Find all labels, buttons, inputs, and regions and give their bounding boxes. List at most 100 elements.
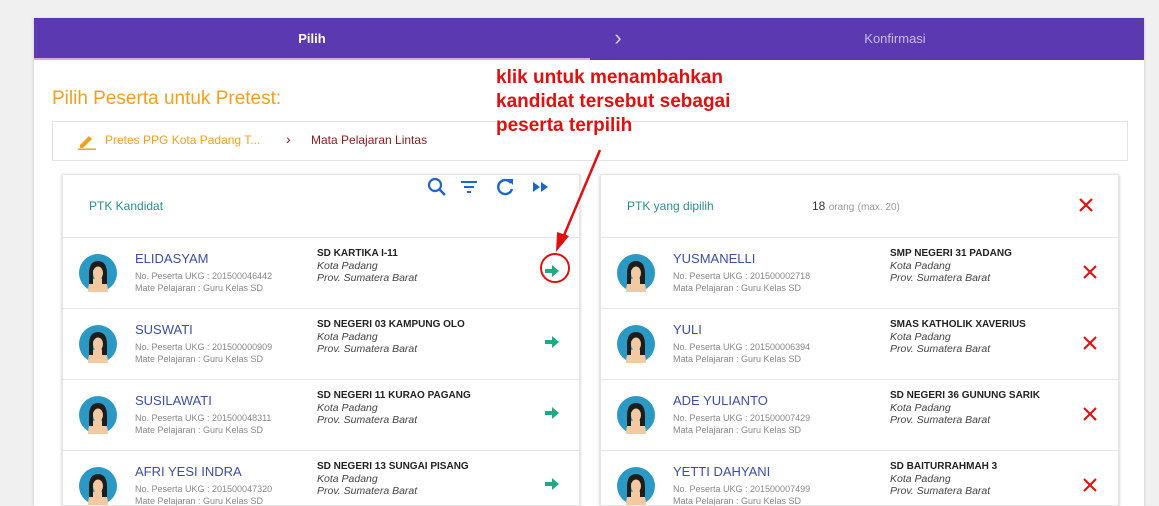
school-province: Prov. Sumatera Barat [890,343,991,355]
selected-mapel: Mata Pelajaran : Guru Kelas SD [673,496,802,506]
selected-name: ADE YULIANTO [673,393,768,408]
school-city: Kota Padang [317,473,378,485]
candidate-school: SD NEGERI 11 KURAO PAGANG Kota Padang Pr… [317,390,471,426]
pencil-icon[interactable] [78,132,96,150]
school-province: Prov. Sumatera Barat [317,343,418,355]
candidate-name: SUSWATI [135,322,193,337]
school-name: SMAS KATHOLIK XAVERIUS [890,319,1026,330]
remove-icon[interactable] [1082,477,1098,493]
candidate-school: SD NEGERI 13 SUNGAI PISANG Kota Padang P… [317,461,469,497]
selected-panel-header: PTK yang dipilih 18 orang (max. 20) [601,175,1118,238]
candidate-name: SUSILAWATI [135,393,212,408]
school-name: SMP NEGERI 31 PADANG [890,248,1012,259]
selected-mapel: Mata Pelajaran : Guru Kelas SD [673,283,802,293]
selected-row: YETTI DAHYANI No. Peserta UKG : 20150000… [601,451,1118,506]
school-province: Prov. Sumatera Barat [317,414,418,426]
selected-panel: PTK yang dipilih 18 orang (max. 20) YUSM… [600,174,1119,506]
selected-count-max: (max. 20) [857,202,900,213]
selected-count-unit: orang [828,202,855,213]
school-province: Prov. Sumatera Barat [317,485,418,497]
selected-mapel: Mata Pelajaran : Guru Kelas SD [673,354,802,364]
avatar [79,325,117,363]
remove-icon[interactable] [1082,335,1098,351]
school-province: Prov. Sumatera Barat [890,414,991,426]
clear-all-icon[interactable] [1074,193,1098,217]
candidate-row[interactable]: SUSILAWATI No. Peserta UKG : 20150004831… [63,380,579,451]
add-arrow-icon[interactable] [543,333,561,351]
school-city: Kota Padang [890,260,951,272]
remove-icon[interactable] [1082,406,1098,422]
fast-forward-icon[interactable] [529,175,553,199]
candidate-no-peserta: No. Peserta UKG : 201500046442 [135,271,273,281]
candidate-school: SD NEGERI 03 KAMPUNG OLO Kota Padang Pro… [317,319,465,355]
selected-details: No. Peserta UKG : 201500002718 Mata Pela… [673,270,810,294]
school-province: Prov. Sumatera Barat [890,485,991,497]
candidate-row[interactable]: SUSWATI No. Peserta UKG : 201500000909 M… [63,309,579,380]
selected-row: YULI No. Peserta UKG : 201500006394 Mata… [601,309,1118,380]
breadcrumb-separator: › [286,131,291,147]
selected-row: ADE YULIANTO No. Peserta UKG : 201500007… [601,380,1118,451]
selected-name: YETTI DAHYANI [673,464,771,479]
remove-icon[interactable] [1082,264,1098,280]
selected-mapel: Mata Pelajaran : Guru Kelas SD [673,425,802,435]
annotation-text: klik untuk menambahkan kandidat tersebut… [496,66,766,138]
candidate-mapel: Mate Pelajaran : Guru Kelas SD [135,496,264,506]
selected-details: No. Peserta UKG : 201500007499 Mata Pela… [673,483,811,506]
stepper: Pilih › Konfirmasi [34,18,1144,60]
candidate-row[interactable]: ELIDASYAM No. Peserta UKG : 201500046442… [63,238,579,309]
school-city: Kota Padang [317,260,378,272]
school-city: Kota Padang [890,473,951,485]
school-province: Prov. Sumatera Barat [317,272,418,284]
candidate-name: ELIDASYAM [135,251,209,266]
school-name: SD NEGERI 13 SUNGAI PISANG [317,461,469,472]
school-name: SD KARTIKA I-11 [317,248,398,259]
candidate-details: No. Peserta UKG : 201500047320 Mate Pela… [135,483,273,506]
step-konfirmasi[interactable]: Konfirmasi [646,18,1144,60]
step-pilih[interactable]: Pilih [34,18,590,60]
selected-details: No. Peserta UKG : 201500007429 Mata Pela… [673,412,810,436]
selected-no-peserta: No. Peserta UKG : 201500007499 [673,484,811,494]
candidate-no-peserta: No. Peserta UKG : 201500047320 [135,484,273,494]
selected-school: SD NEGERI 36 GUNUNG SARIK Kota Padang Pr… [890,390,1040,426]
school-name: SD NEGERI 11 KURAO PAGANG [317,390,471,401]
candidate-panel: PTK Kandidat ELIDASYAM No. Peserta UKG:… [62,174,580,506]
selected-count: 18 orang (max. 20) [812,199,900,213]
annotation-line-2: kandidat tersebut sebagai [496,91,731,112]
refresh-icon[interactable] [493,175,517,199]
avatar [617,325,655,363]
step-chevron-icon: › [614,25,622,50]
selected-count-value: 18 [812,199,826,213]
school-name: SD NEGERI 36 GUNUNG SARIK [890,390,1041,401]
filter-icon[interactable] [457,175,481,199]
avatar [617,467,655,505]
school-city: Kota Padang [317,402,378,414]
add-arrow-icon[interactable] [543,262,561,280]
school-name: SD BAITURRAHMAH 3 [890,461,998,472]
add-arrow-icon[interactable] [543,475,561,493]
avatar [79,254,117,292]
candidate-details: No. Peserta UKG : 201500048311 Mate Pela… [135,412,271,436]
add-arrow-icon[interactable] [543,404,561,422]
school-city: Kota Padang [317,331,378,343]
avatar [617,254,655,292]
selected-panel-title: PTK yang dipilih [627,199,714,213]
search-icon[interactable] [425,175,449,199]
breadcrumb-item-mapel[interactable]: Mata Pelajaran Lintas [311,133,427,147]
avatar [79,467,117,505]
candidate-school: SD KARTIKA I-11 Kota Padang Prov. Sumate… [317,248,417,284]
school-province: Prov. Sumatera Barat [890,272,991,284]
school-city: Kota Padang [890,331,951,343]
breadcrumb-item-pretest[interactable]: Pretes PPG Kota Padang T... [105,133,260,147]
avatar [617,396,655,434]
candidate-no-peserta: No. Peserta UKG : 201500000909 [135,342,273,352]
page-title: Pilih Peserta untuk Pretest: [52,88,282,109]
selected-name: YUSMANELLI [673,251,756,266]
candidate-details: No. Peserta UKG : 201500046442 Mate Pela… [135,270,272,294]
candidate-panel-header: PTK Kandidat [63,175,579,238]
candidate-row[interactable]: AFRI YESI INDRA No. Peserta UKG : 201500… [63,451,579,506]
school-name: SD NEGERI 03 KAMPUNG OLO [317,319,465,330]
candidate-panel-title: PTK Kandidat [89,199,164,213]
selected-school: SMAS KATHOLIK XAVERIUS Kota Padang Prov.… [890,319,1026,355]
selected-name: YULI [673,322,702,337]
candidate-mapel: Mate Pelajaran : Guru Kelas SD [135,425,264,435]
